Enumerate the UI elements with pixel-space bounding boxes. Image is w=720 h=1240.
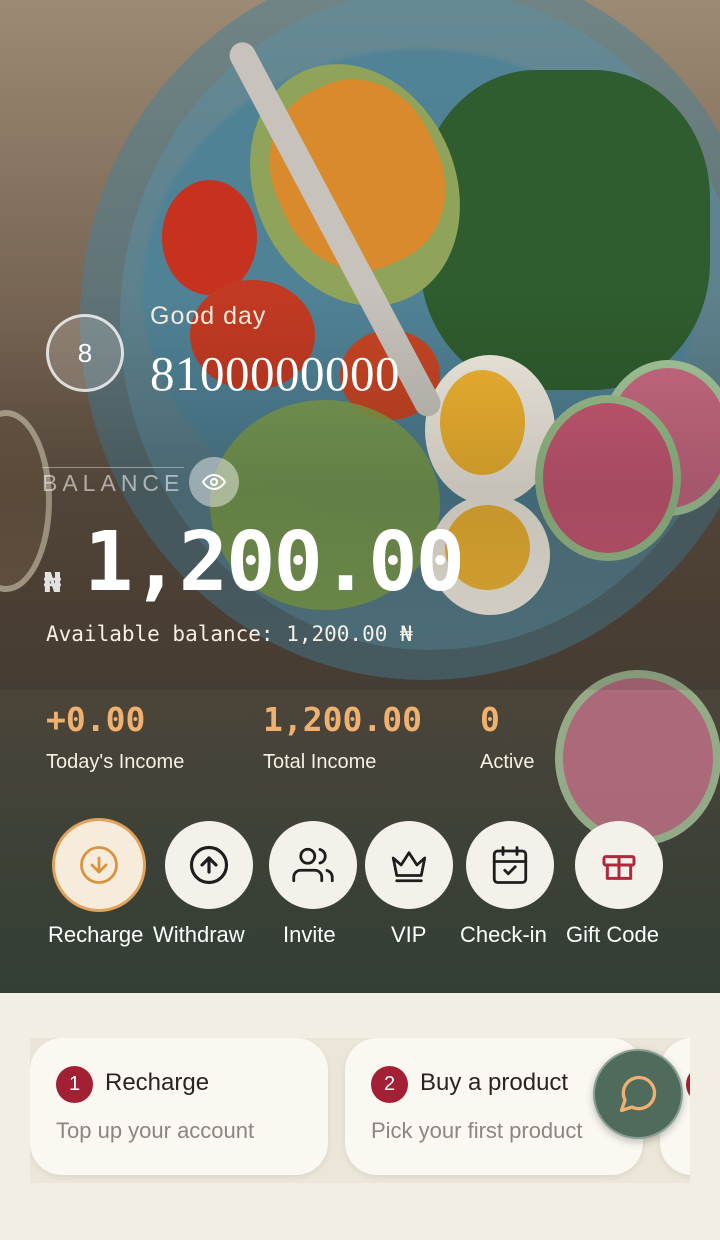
- stat-total-income: 1,200.00 Total Income: [263, 700, 422, 774]
- step-subtitle: Top up your account: [56, 1118, 255, 1143]
- available-balance: Available balance: 1,200.00 ₦: [46, 622, 413, 646]
- action-label: Withdraw: [153, 922, 245, 947]
- balance-amount: 1,200.00: [84, 515, 465, 610]
- recharge-icon-circle[interactable]: [55, 821, 143, 909]
- gift-code-icon-circle[interactable]: [575, 821, 663, 909]
- step-title: Buy a product: [420, 1069, 569, 1096]
- action-label: VIP: [391, 922, 427, 947]
- crown-icon: [391, 851, 427, 883]
- check-in-button[interactable]: Check-in: [460, 821, 556, 947]
- stat-label: Total Income: [263, 751, 377, 773]
- user-phone: 8100000000: [150, 346, 400, 401]
- invite-button[interactable]: Invite: [267, 821, 359, 947]
- balance-label: BALANCE: [42, 467, 185, 497]
- vip-button[interactable]: VIP: [363, 821, 455, 947]
- action-label: Invite: [283, 922, 336, 947]
- action-label: Gift Code: [566, 922, 659, 947]
- step-number-badge: 2: [371, 1066, 408, 1103]
- stat-label: Today's Income: [46, 751, 185, 773]
- eye-icon: [202, 473, 226, 491]
- step-number-badge: [686, 1066, 690, 1103]
- stat-value: 0: [480, 700, 500, 739]
- tomato-image: [162, 180, 257, 295]
- avatar-text: 8: [77, 337, 93, 368]
- step-subtitle: Pick your first product: [371, 1118, 583, 1143]
- action-label: Check-in: [460, 922, 547, 947]
- hero-banner: 8 Good day 8100000000 BALANCE ₦ 1,200.00…: [0, 0, 720, 993]
- calendar-check-icon: [492, 846, 528, 884]
- chat-button[interactable]: [593, 1049, 683, 1139]
- arrow-up-circle-icon: [189, 845, 229, 885]
- withdraw-button[interactable]: Withdraw: [153, 821, 255, 947]
- stat-label: Active: [480, 751, 535, 773]
- invite-icon-circle[interactable]: [269, 821, 357, 909]
- gift-icon: [602, 855, 636, 880]
- quick-actions: Recharge Withdraw Invite VIP Check-in Gi…: [0, 821, 720, 947]
- arrow-down-circle-icon: [80, 846, 118, 884]
- stat-value: +0.00: [46, 700, 146, 739]
- currency-symbol: ₦: [44, 566, 61, 599]
- step-card-recharge[interactable]: 1 Recharge Top up your account: [30, 1038, 328, 1175]
- stat-value: 1,200.00: [263, 700, 422, 739]
- step-number-badge: 1: [56, 1066, 93, 1103]
- radish-image: [555, 670, 720, 846]
- action-label: Recharge: [48, 922, 144, 947]
- greeting-text: Good day: [150, 302, 267, 330]
- check-in-icon-circle[interactable]: [466, 821, 554, 909]
- users-icon: [292, 847, 334, 883]
- stat-today-income: +0.00 Today's Income: [46, 700, 184, 774]
- toggle-balance-button[interactable]: [189, 457, 239, 507]
- step-title: Recharge: [105, 1069, 210, 1096]
- stat-active: 0 Active: [480, 700, 534, 774]
- avatar[interactable]: 8: [46, 314, 124, 392]
- steps-carousel[interactable]: 1 Recharge Top up your account 2 Buy a p…: [30, 1038, 690, 1183]
- withdraw-icon-circle[interactable]: [165, 821, 253, 909]
- chat-bubble-icon: [619, 1075, 657, 1113]
- vip-icon-circle[interactable]: [365, 821, 453, 909]
- recharge-button[interactable]: Recharge: [48, 821, 145, 947]
- gift-code-button[interactable]: Gift Code: [566, 821, 665, 947]
